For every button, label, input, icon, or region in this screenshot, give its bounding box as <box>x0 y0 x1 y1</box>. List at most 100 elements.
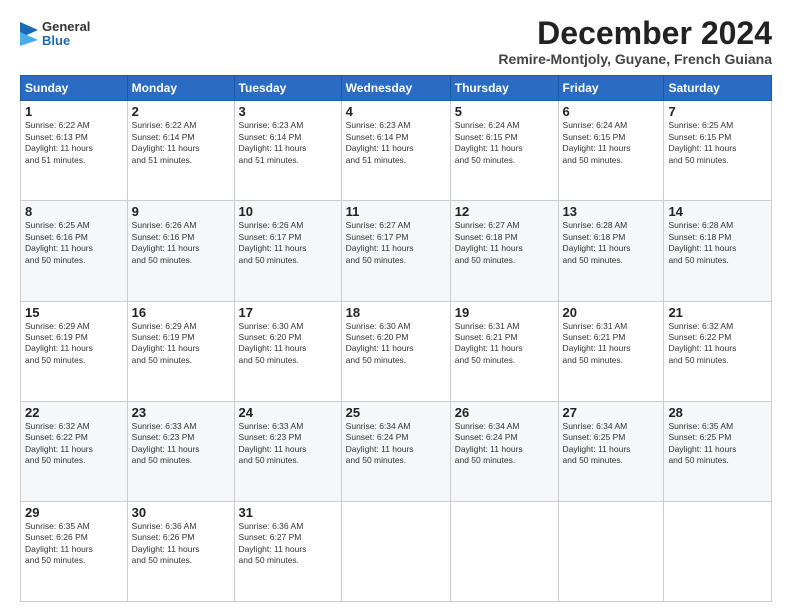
day-number: 15 <box>25 305 123 320</box>
table-row: 12Sunrise: 6:27 AM Sunset: 6:18 PM Dayli… <box>450 201 558 301</box>
table-row: 18Sunrise: 6:30 AM Sunset: 6:20 PM Dayli… <box>341 301 450 401</box>
day-info: Sunrise: 6:32 AM Sunset: 6:22 PM Dayligh… <box>668 321 767 367</box>
table-row: 9Sunrise: 6:26 AM Sunset: 6:16 PM Daylig… <box>127 201 234 301</box>
logo: General Blue <box>20 20 90 49</box>
day-info: Sunrise: 6:32 AM Sunset: 6:22 PM Dayligh… <box>25 421 123 467</box>
day-number: 2 <box>132 104 230 119</box>
calendar-header: Sunday Monday Tuesday Wednesday Thursday… <box>21 76 772 101</box>
day-info: Sunrise: 6:27 AM Sunset: 6:17 PM Dayligh… <box>346 220 446 266</box>
table-row: 11Sunrise: 6:27 AM Sunset: 6:17 PM Dayli… <box>341 201 450 301</box>
table-row: 19Sunrise: 6:31 AM Sunset: 6:21 PM Dayli… <box>450 301 558 401</box>
title-block: December 2024 Remire-Montjoly, Guyane, F… <box>498 16 772 67</box>
table-row: 2Sunrise: 6:22 AM Sunset: 6:14 PM Daylig… <box>127 101 234 201</box>
location: Remire-Montjoly, Guyane, French Guiana <box>498 51 772 67</box>
day-number: 24 <box>239 405 337 420</box>
day-number: 25 <box>346 405 446 420</box>
day-number: 12 <box>455 204 554 219</box>
calendar-row: 15Sunrise: 6:29 AM Sunset: 6:19 PM Dayli… <box>21 301 772 401</box>
day-info: Sunrise: 6:34 AM Sunset: 6:24 PM Dayligh… <box>455 421 554 467</box>
day-number: 20 <box>563 305 660 320</box>
day-number: 17 <box>239 305 337 320</box>
month-title: December 2024 <box>498 16 772 51</box>
day-info: Sunrise: 6:27 AM Sunset: 6:18 PM Dayligh… <box>455 220 554 266</box>
day-number: 10 <box>239 204 337 219</box>
day-number: 6 <box>563 104 660 119</box>
calendar-row: 29Sunrise: 6:35 AM Sunset: 6:26 PM Dayli… <box>21 501 772 601</box>
day-info: Sunrise: 6:36 AM Sunset: 6:27 PM Dayligh… <box>239 521 337 567</box>
col-friday: Friday <box>558 76 664 101</box>
table-row <box>341 501 450 601</box>
day-number: 8 <box>25 204 123 219</box>
day-info: Sunrise: 6:26 AM Sunset: 6:17 PM Dayligh… <box>239 220 337 266</box>
logo-general-text: General <box>42 20 90 34</box>
table-row: 27Sunrise: 6:34 AM Sunset: 6:25 PM Dayli… <box>558 401 664 501</box>
day-info: Sunrise: 6:31 AM Sunset: 6:21 PM Dayligh… <box>455 321 554 367</box>
day-info: Sunrise: 6:24 AM Sunset: 6:15 PM Dayligh… <box>563 120 660 166</box>
table-row: 23Sunrise: 6:33 AM Sunset: 6:23 PM Dayli… <box>127 401 234 501</box>
table-row: 10Sunrise: 6:26 AM Sunset: 6:17 PM Dayli… <box>234 201 341 301</box>
table-row <box>664 501 772 601</box>
day-number: 9 <box>132 204 230 219</box>
table-row: 3Sunrise: 6:23 AM Sunset: 6:14 PM Daylig… <box>234 101 341 201</box>
day-info: Sunrise: 6:23 AM Sunset: 6:14 PM Dayligh… <box>239 120 337 166</box>
table-row: 8Sunrise: 6:25 AM Sunset: 6:16 PM Daylig… <box>21 201 128 301</box>
day-number: 28 <box>668 405 767 420</box>
table-row: 22Sunrise: 6:32 AM Sunset: 6:22 PM Dayli… <box>21 401 128 501</box>
day-info: Sunrise: 6:36 AM Sunset: 6:26 PM Dayligh… <box>132 521 230 567</box>
calendar-row: 22Sunrise: 6:32 AM Sunset: 6:22 PM Dayli… <box>21 401 772 501</box>
day-number: 1 <box>25 104 123 119</box>
table-row: 25Sunrise: 6:34 AM Sunset: 6:24 PM Dayli… <box>341 401 450 501</box>
table-row: 30Sunrise: 6:36 AM Sunset: 6:26 PM Dayli… <box>127 501 234 601</box>
day-number: 7 <box>668 104 767 119</box>
table-row <box>558 501 664 601</box>
logo-blue-text: Blue <box>42 34 90 48</box>
day-number: 14 <box>668 204 767 219</box>
day-info: Sunrise: 6:34 AM Sunset: 6:24 PM Dayligh… <box>346 421 446 467</box>
table-row <box>450 501 558 601</box>
day-number: 13 <box>563 204 660 219</box>
day-number: 11 <box>346 204 446 219</box>
day-info: Sunrise: 6:28 AM Sunset: 6:18 PM Dayligh… <box>563 220 660 266</box>
day-info: Sunrise: 6:22 AM Sunset: 6:14 PM Dayligh… <box>132 120 230 166</box>
col-wednesday: Wednesday <box>341 76 450 101</box>
day-info: Sunrise: 6:31 AM Sunset: 6:21 PM Dayligh… <box>563 321 660 367</box>
day-info: Sunrise: 6:24 AM Sunset: 6:15 PM Dayligh… <box>455 120 554 166</box>
logo-icon <box>20 22 38 46</box>
day-info: Sunrise: 6:25 AM Sunset: 6:15 PM Dayligh… <box>668 120 767 166</box>
day-number: 30 <box>132 505 230 520</box>
table-row: 21Sunrise: 6:32 AM Sunset: 6:22 PM Dayli… <box>664 301 772 401</box>
day-number: 27 <box>563 405 660 420</box>
day-info: Sunrise: 6:28 AM Sunset: 6:18 PM Dayligh… <box>668 220 767 266</box>
logo-text: General Blue <box>42 20 90 49</box>
day-number: 4 <box>346 104 446 119</box>
page: General Blue December 2024 Remire-Montjo… <box>0 0 792 612</box>
col-saturday: Saturday <box>664 76 772 101</box>
day-info: Sunrise: 6:23 AM Sunset: 6:14 PM Dayligh… <box>346 120 446 166</box>
day-number: 18 <box>346 305 446 320</box>
table-row: 20Sunrise: 6:31 AM Sunset: 6:21 PM Dayli… <box>558 301 664 401</box>
day-number: 26 <box>455 405 554 420</box>
table-row: 24Sunrise: 6:33 AM Sunset: 6:23 PM Dayli… <box>234 401 341 501</box>
day-number: 21 <box>668 305 767 320</box>
day-info: Sunrise: 6:30 AM Sunset: 6:20 PM Dayligh… <box>346 321 446 367</box>
day-number: 16 <box>132 305 230 320</box>
day-info: Sunrise: 6:34 AM Sunset: 6:25 PM Dayligh… <box>563 421 660 467</box>
calendar-table: Sunday Monday Tuesday Wednesday Thursday… <box>20 75 772 602</box>
table-row: 14Sunrise: 6:28 AM Sunset: 6:18 PM Dayli… <box>664 201 772 301</box>
calendar-row: 8Sunrise: 6:25 AM Sunset: 6:16 PM Daylig… <box>21 201 772 301</box>
col-sunday: Sunday <box>21 76 128 101</box>
day-number: 22 <box>25 405 123 420</box>
col-monday: Monday <box>127 76 234 101</box>
day-info: Sunrise: 6:35 AM Sunset: 6:25 PM Dayligh… <box>668 421 767 467</box>
col-thursday: Thursday <box>450 76 558 101</box>
day-info: Sunrise: 6:33 AM Sunset: 6:23 PM Dayligh… <box>239 421 337 467</box>
table-row: 16Sunrise: 6:29 AM Sunset: 6:19 PM Dayli… <box>127 301 234 401</box>
table-row: 17Sunrise: 6:30 AM Sunset: 6:20 PM Dayli… <box>234 301 341 401</box>
header-row: Sunday Monday Tuesday Wednesday Thursday… <box>21 76 772 101</box>
day-number: 3 <box>239 104 337 119</box>
table-row: 15Sunrise: 6:29 AM Sunset: 6:19 PM Dayli… <box>21 301 128 401</box>
day-info: Sunrise: 6:29 AM Sunset: 6:19 PM Dayligh… <box>25 321 123 367</box>
table-row: 7Sunrise: 6:25 AM Sunset: 6:15 PM Daylig… <box>664 101 772 201</box>
day-number: 5 <box>455 104 554 119</box>
calendar-body: 1Sunrise: 6:22 AM Sunset: 6:13 PM Daylig… <box>21 101 772 602</box>
